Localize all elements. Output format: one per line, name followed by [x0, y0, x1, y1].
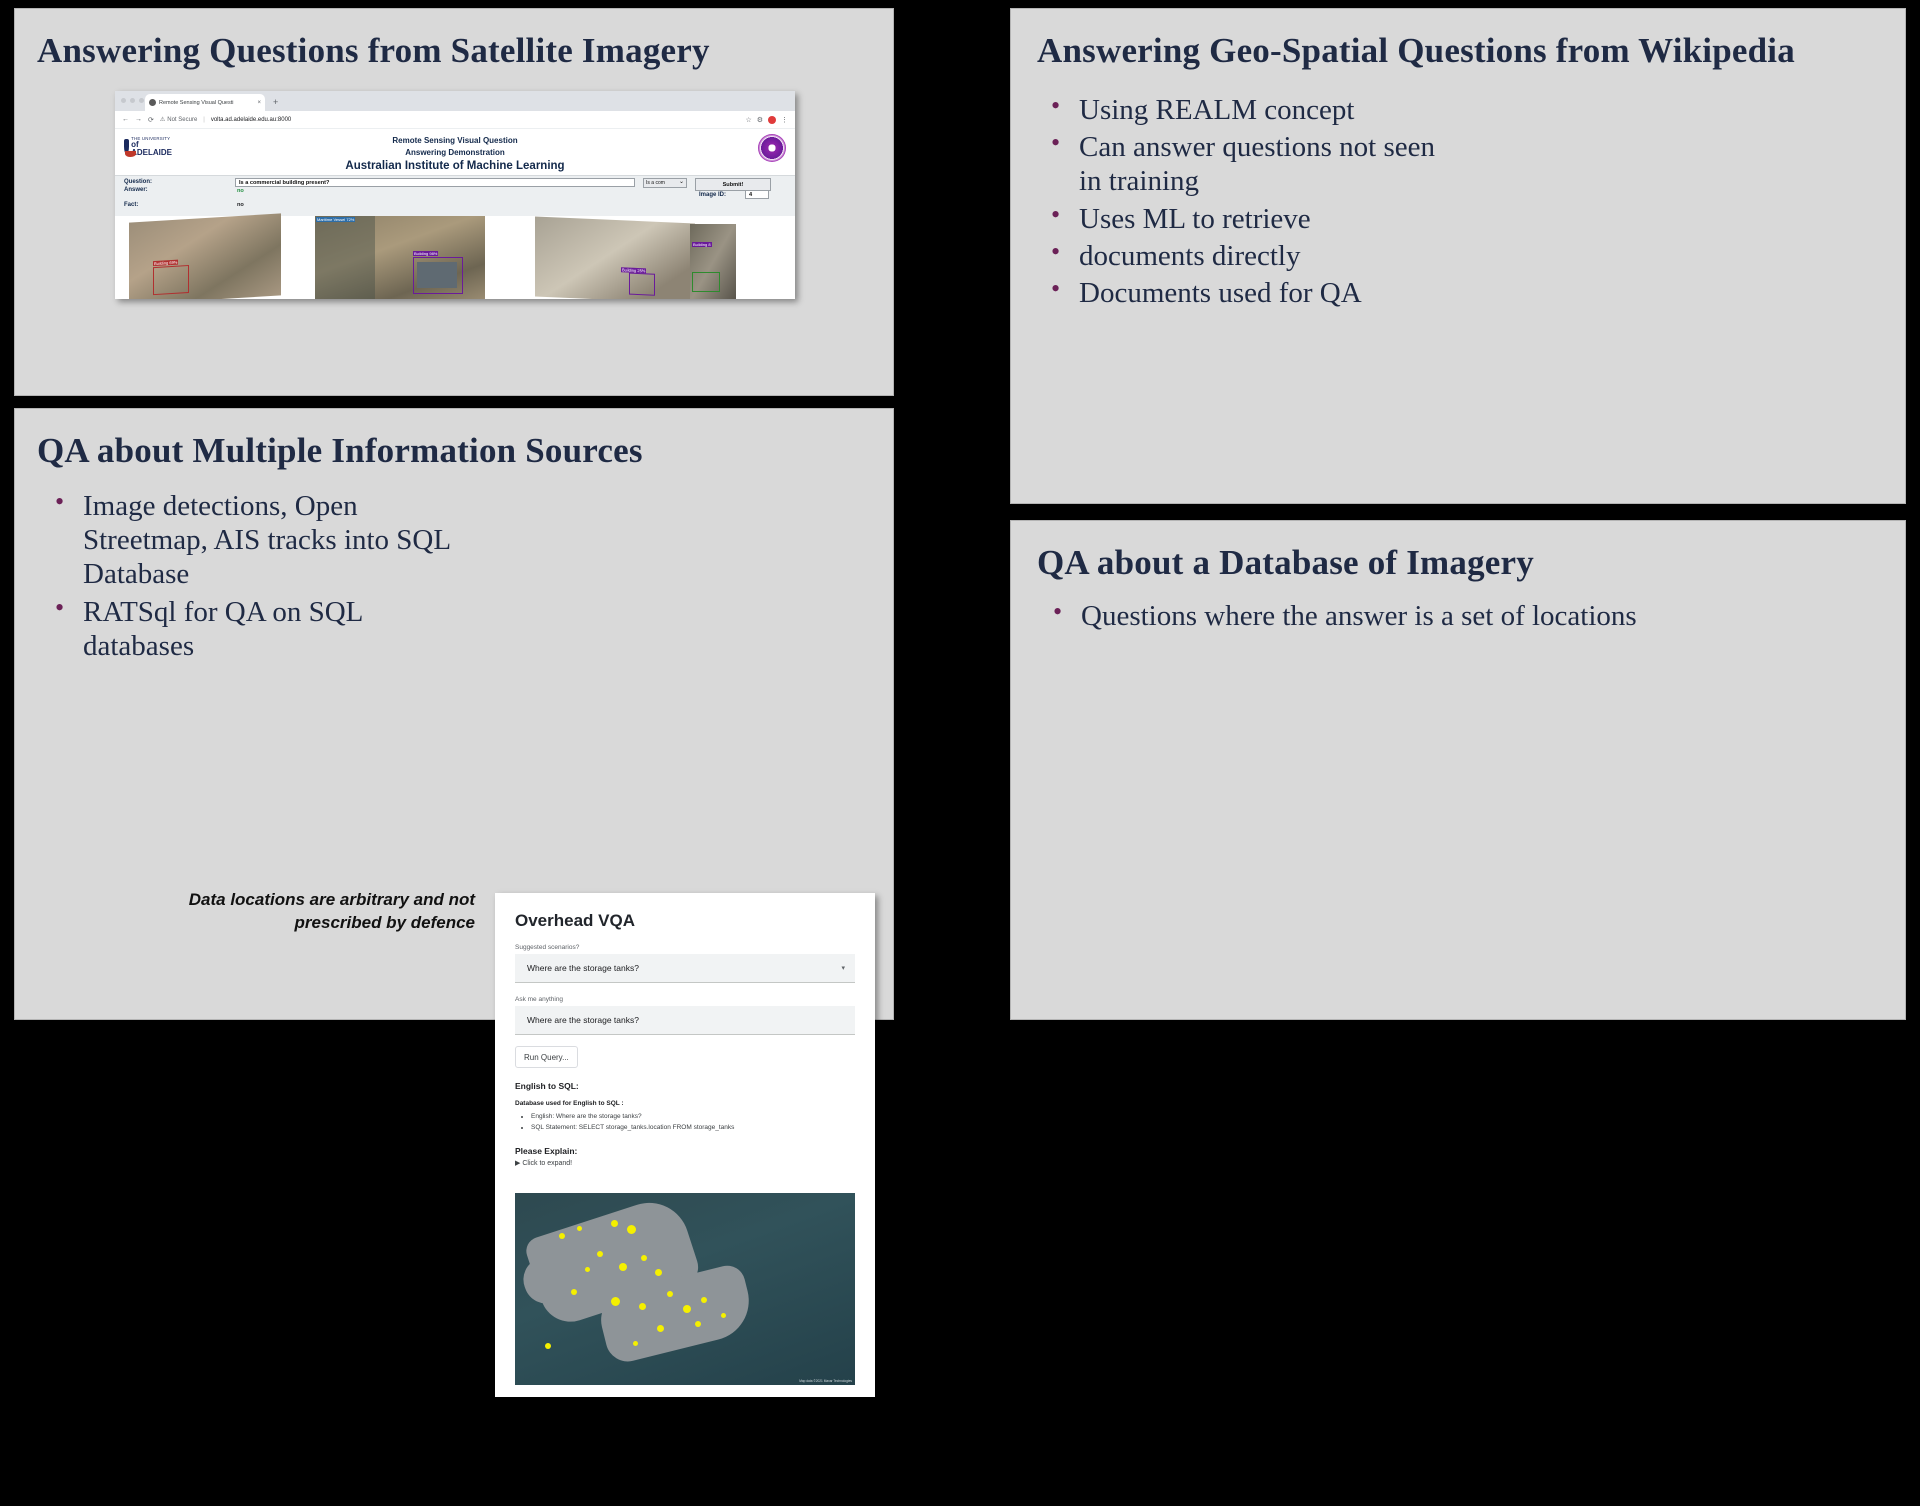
footnote: Data locations are arbitrary and not pre…	[188, 890, 475, 932]
detection-box	[153, 264, 189, 296]
satellite-tile: Building 25%	[535, 216, 695, 299]
ask-input[interactable]: Where are the storage tanks?	[515, 1006, 855, 1035]
security-indicator[interactable]: ⚠ Not Secure	[159, 116, 198, 124]
map-attribution: Map data ©2021 Maxar Technologies	[799, 1379, 852, 1383]
close-icon[interactable]: ×	[257, 100, 261, 106]
forward-icon[interactable]: →	[135, 116, 142, 123]
window-controls[interactable]	[121, 98, 144, 103]
answer-value: no	[237, 188, 244, 194]
fact-label: Fact:	[124, 202, 139, 208]
menu-icon[interactable]: ⋮	[781, 116, 788, 124]
address-text[interactable]: volta.ad.adelaide.edu.au:8000	[211, 117, 291, 123]
toolbar-right: ☆ ⚙ ⋮	[745, 115, 788, 124]
detection-image-strip: Building 69% Maritime Vessel 72% Buildin…	[115, 213, 795, 299]
list-item: documents directly	[1045, 237, 1445, 273]
reload-icon[interactable]: ⟳	[148, 116, 154, 124]
slide-multiple-information-sources: QA about Multiple Information Sources Im…	[14, 408, 894, 1397]
rsvqa-page: THE UNIVERSITY of ADELAIDE Remote Sensin…	[115, 129, 795, 299]
question-select[interactable]: Is a com	[643, 178, 687, 188]
page-title: QA about a Database of Imagery	[1037, 543, 1534, 582]
slide-satellite-imagery: Answering Questions from Satellite Image…	[14, 8, 894, 396]
suggested-scenarios-select[interactable]: Where are the storage tanks?	[515, 954, 855, 983]
list-item: Uses ML to retrieve	[1045, 200, 1445, 236]
browser-tab[interactable]: Remote Sensing Visual Questi ×	[145, 94, 265, 111]
page-title: Answering Questions from Satellite Image…	[37, 31, 710, 70]
list-item: Using REALM concept	[1045, 91, 1445, 127]
page-heading: Remote Sensing Visual Question Answering…	[115, 129, 795, 172]
satellite-tile: Building 8	[690, 224, 736, 299]
slide-database-of-imagery: QA about a Database of Imagery Questions…	[1010, 520, 1906, 1020]
image-id-label: Image ID:	[699, 192, 727, 198]
sql-detail-list: English: Where are the storage tanks? SQ…	[531, 1111, 875, 1133]
list-item: Documents used for QA	[1045, 274, 1445, 310]
suggested-scenarios-label: Suggested scenarios?	[515, 944, 580, 951]
tab-title: Remote Sensing Visual Questi	[159, 99, 234, 106]
security-label: Not Secure	[167, 116, 198, 123]
page-title: QA about Multiple Information Sources	[37, 431, 643, 470]
heading-line2: Answering Demonstration	[405, 147, 505, 157]
detection-label: Building 8	[692, 242, 712, 247]
english-to-sql-heading: English to SQL:	[515, 1081, 579, 1091]
bullet-list: Questions where the answer is a set of l…	[1047, 597, 1867, 633]
detection-box	[692, 272, 720, 292]
new-tab-icon[interactable]: +	[273, 97, 278, 107]
app-title: Overhead VQA	[515, 911, 635, 930]
ask-me-anything-label: Ask me anything	[515, 996, 564, 1003]
satellite-tile: Maritime Vessel 72% Building 98%	[315, 216, 485, 299]
image-id-input[interactable]: 4	[745, 190, 769, 199]
browser-urlbar: ← → ⟳ ⚠ Not Secure | volta.ad.adelaide.e…	[115, 111, 795, 129]
satellite-tile: Building 69%	[129, 213, 281, 299]
crest-icon	[124, 139, 137, 157]
list-item: Can answer questions not seen in trainin…	[1045, 128, 1445, 198]
page-title: Answering Geo-Spatial Questions from Wik…	[1037, 31, 1795, 70]
list-item: Questions where the answer is a set of l…	[1047, 597, 1867, 633]
back-icon[interactable]: ←	[122, 116, 129, 123]
browser-tabbar: Remote Sensing Visual Questi × +	[115, 91, 795, 111]
university-logo: THE UNIVERSITY of ADELAIDE	[124, 136, 172, 157]
question-label: Question:	[124, 179, 152, 185]
list-item: Image detections, Open Streetmap, AIS tr…	[49, 487, 469, 592]
extensions-icon[interactable]: ⚙	[757, 116, 763, 124]
bullet-list: Image detections, Open Streetmap, AIS tr…	[49, 487, 469, 663]
heading-line3: Australian Institute of Machine Learning	[345, 160, 565, 173]
answer-label: Answer:	[124, 187, 148, 193]
detection-map[interactable]: Map data ©2021 Maxar Technologies	[515, 1193, 855, 1385]
detection-label: Building 98%	[413, 251, 439, 256]
run-query-button[interactable]: Run Query...	[515, 1046, 578, 1068]
detection-box	[629, 272, 655, 296]
divider: |	[203, 116, 205, 123]
expand-label: Click to expand!	[522, 1160, 573, 1168]
qa-form: Question: Answer: Fact: Is a commercial …	[115, 175, 795, 216]
detection-label: Building 25%	[621, 267, 647, 274]
slide-geospatial-wikipedia: Answering Geo-Spatial Questions from Wik…	[1010, 8, 1906, 504]
bullet-list: Using REALM concept Can answer questions…	[1045, 91, 1445, 310]
question-input[interactable]: Is a commercial building present?	[235, 178, 635, 187]
database-used-heading: Database used for English to SQL :	[515, 1100, 624, 1107]
list-item: English: Where are the storage tanks?	[531, 1111, 875, 1122]
favicon-icon	[149, 99, 156, 106]
browser-screenshot-rsvqa: Remote Sensing Visual Questi × + ← → ⟳ ⚠…	[115, 91, 795, 299]
please-explain-heading: Please Explain:	[515, 1146, 578, 1157]
fact-value: no	[237, 202, 244, 208]
university-line2: of ADELAIDE	[131, 140, 172, 157]
warning-icon: ⚠	[159, 117, 166, 123]
overhead-vqa-app: Overhead VQA Suggested scenarios? Where …	[495, 893, 875, 1397]
expand-toggle[interactable]: ▶ Click to expand!	[515, 1159, 875, 1167]
list-item: RATSql for QA on SQL databases	[49, 593, 469, 663]
detection-label: Maritime Vessel 72%	[316, 217, 356, 222]
bookmark-star-icon[interactable]: ☆	[745, 116, 751, 124]
list-item: SQL Statement: SELECT storage_tanks.loca…	[531, 1122, 875, 1133]
heading-line1: Remote Sensing Visual Question	[392, 136, 518, 145]
aiml-logo-icon	[758, 134, 786, 162]
avatar[interactable]	[768, 115, 776, 124]
